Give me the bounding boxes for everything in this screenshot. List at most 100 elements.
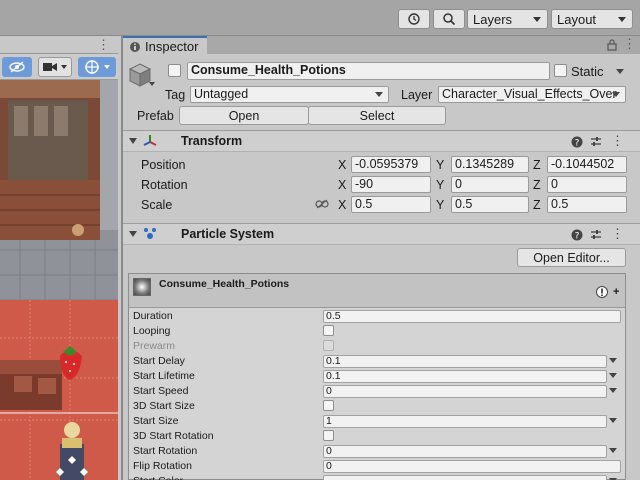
foldout-arrow-icon[interactable] xyxy=(129,231,137,237)
property-label: Start Lifetime xyxy=(133,370,195,382)
scale-z-field[interactable]: 0.5 xyxy=(547,196,627,213)
rotation-label: Rotation xyxy=(141,178,188,192)
position-x-field[interactable]: -0.0595379 xyxy=(351,156,431,173)
warning-icon[interactable] xyxy=(596,286,608,298)
chevron-down-icon[interactable] xyxy=(609,448,617,453)
inspector-menu-icon[interactable]: ⋮ xyxy=(623,36,636,52)
history-icon xyxy=(408,13,420,25)
particle-system-title: Particle System xyxy=(181,227,275,241)
layout-label: Layout xyxy=(557,11,597,27)
property-row: 3D Start Size xyxy=(129,399,625,414)
help-icon[interactable]: ? xyxy=(571,136,583,148)
preset-sliders-icon[interactable] xyxy=(590,229,602,241)
scene-view[interactable]: ⋮ xyxy=(0,36,118,480)
scene-menu-icon[interactable]: ⋮ xyxy=(97,37,110,53)
position-z-field[interactable]: -0.1044502 xyxy=(547,156,627,173)
static-checkbox[interactable] xyxy=(554,64,567,77)
property-label: Start Rotation xyxy=(133,445,198,457)
rotation-x-label: X xyxy=(338,178,347,192)
preset-sliders-icon[interactable] xyxy=(590,136,602,148)
scene-canvas[interactable] xyxy=(0,80,118,480)
property-value-field[interactable]: 1 xyxy=(323,415,607,428)
help-icon[interactable]: ? xyxy=(571,229,583,241)
rotation-z-field[interactable]: 0 xyxy=(547,176,627,193)
open-editor-button[interactable]: Open Editor... xyxy=(517,248,626,267)
chevron-down-icon xyxy=(533,17,541,22)
chevron-down-icon xyxy=(104,65,110,69)
visibility-toggle-button[interactable] xyxy=(2,57,32,77)
property-value-field[interactable]: 0 xyxy=(323,460,621,473)
chevron-down-icon xyxy=(61,65,67,69)
particle-preview-icon xyxy=(133,278,151,296)
particle-module-title-bar[interactable]: Consume_Health_Potions + xyxy=(129,274,625,308)
gizmo-button[interactable] xyxy=(78,57,116,77)
scale-y-field[interactable]: 0.5 xyxy=(451,196,529,213)
property-value-field[interactable]: 0 xyxy=(323,385,607,398)
chevron-down-icon[interactable] xyxy=(609,373,617,378)
rotation-y-label: Y xyxy=(436,178,445,192)
property-label: Start Size xyxy=(133,415,179,427)
lock-icon[interactable] xyxy=(607,39,617,51)
camera-button[interactable] xyxy=(38,57,72,77)
tab-inspector-label: Inspector xyxy=(145,39,199,54)
search-icon xyxy=(443,13,456,26)
property-checkbox[interactable] xyxy=(323,430,334,441)
property-row: Start Rotation 0 xyxy=(129,444,625,459)
tab-inspector[interactable]: Inspector xyxy=(123,36,207,55)
object-name-field[interactable]: Consume_Health_Potions xyxy=(187,62,550,80)
layer-dropdown[interactable]: Character_Visual_Effects_Over xyxy=(438,86,626,103)
layout-dropdown[interactable]: Layout xyxy=(551,9,633,29)
rotation-y-field[interactable]: 0 xyxy=(451,176,529,193)
inspector-tab-bar: Inspector ⋮ xyxy=(123,36,640,55)
property-label: Prewarm xyxy=(133,340,176,352)
scale-x-label: X xyxy=(338,198,347,212)
scale-y-label: Y xyxy=(436,198,445,212)
property-value-field[interactable] xyxy=(323,475,607,480)
property-checkbox[interactable] xyxy=(323,325,334,336)
add-module-icon[interactable]: + xyxy=(613,286,619,298)
chevron-down-icon[interactable] xyxy=(149,82,155,86)
history-button[interactable] xyxy=(398,9,430,29)
scale-label: Scale xyxy=(141,198,173,212)
tag-value: Untagged xyxy=(194,87,249,101)
component-menu-icon[interactable]: ⋮ xyxy=(611,226,624,242)
foldout-arrow-icon[interactable] xyxy=(129,138,137,144)
particle-system-icon xyxy=(144,228,156,239)
property-label: Duration xyxy=(133,310,173,322)
prefab-label: Prefab xyxy=(137,109,174,123)
scale-x-field[interactable]: 0.5 xyxy=(351,196,431,213)
chevron-down-icon[interactable] xyxy=(609,388,617,393)
property-value-field[interactable]: 0 xyxy=(323,445,607,458)
property-value-field[interactable]: 0.1 xyxy=(323,355,607,368)
prefab-open-button[interactable]: Open xyxy=(179,106,309,125)
position-y-field[interactable]: 0.1345289 xyxy=(451,156,529,173)
layers-label: Layers xyxy=(473,11,513,27)
transform-header[interactable]: Transform ? ⋮ xyxy=(123,130,640,152)
prefab-select-button[interactable]: Select xyxy=(308,106,446,125)
chevron-down-icon[interactable] xyxy=(609,358,617,363)
rotation-x-field[interactable]: -90 xyxy=(351,176,431,193)
chevron-down-icon xyxy=(612,92,620,97)
inspector-panel: Inspector ⋮ Consume_Health_Potions Stati… xyxy=(121,36,640,480)
visibility-toggle-icon xyxy=(9,61,25,73)
chevron-down-icon[interactable] xyxy=(609,418,617,423)
chevron-down-icon xyxy=(375,92,383,97)
search-button[interactable] xyxy=(433,9,465,29)
layer-label: Layer xyxy=(401,88,433,102)
tag-dropdown[interactable]: Untagged xyxy=(190,86,389,103)
property-label: 3D Start Size xyxy=(133,400,195,412)
particle-main-module: Consume_Health_Potions + Duration 0.5 Loop… xyxy=(128,273,626,480)
constrain-proportions-link-icon[interactable] xyxy=(315,199,329,209)
property-row: Start Size 1 xyxy=(129,414,625,429)
static-dropdown-arrow-icon[interactable] xyxy=(616,69,624,74)
property-value-field[interactable]: 0.1 xyxy=(323,370,607,383)
top-toolbar: Layers Layout xyxy=(0,0,640,36)
active-toggle-checkbox[interactable] xyxy=(168,64,181,77)
particle-system-header[interactable]: Particle System ? ⋮ xyxy=(123,223,640,245)
property-value-field[interactable]: 0.5 xyxy=(323,310,621,323)
scale-z-label: Z xyxy=(533,198,541,212)
property-label: Start Color xyxy=(133,474,183,480)
layers-dropdown[interactable]: Layers xyxy=(467,9,548,29)
property-checkbox[interactable] xyxy=(323,400,334,411)
component-menu-icon[interactable]: ⋮ xyxy=(611,133,624,149)
